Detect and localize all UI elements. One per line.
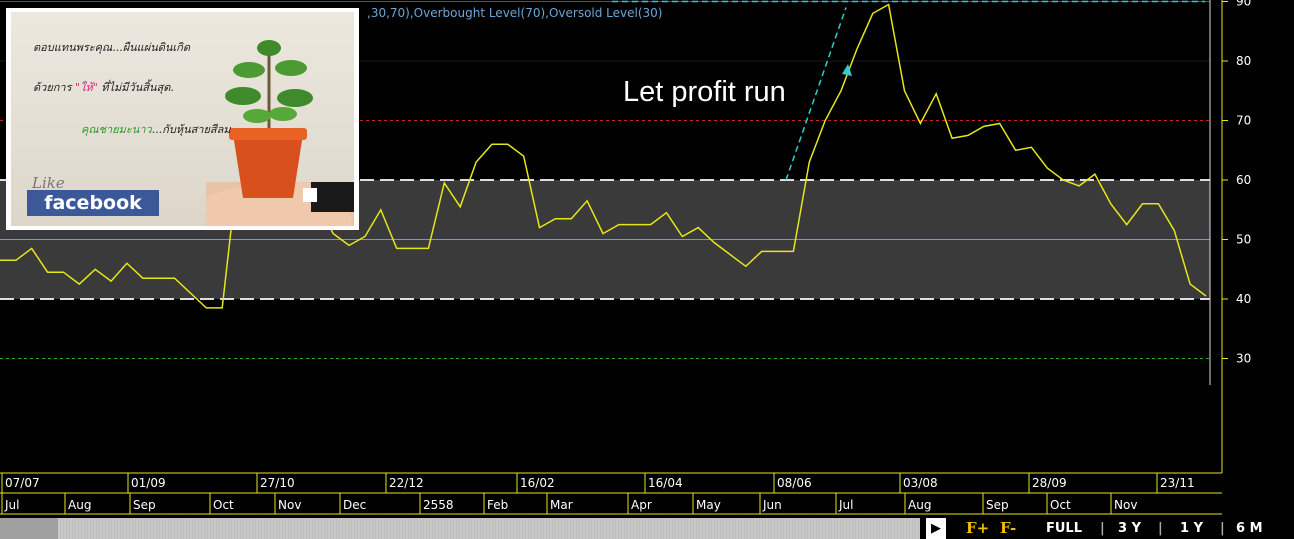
y-tick-label: 50	[1236, 233, 1251, 247]
play-icon[interactable]: ▶	[926, 518, 946, 539]
month-tick-label: Oct	[1050, 498, 1071, 512]
date-tick-label: 22/12	[389, 476, 424, 490]
promo-line-3-b: ...กับหุ้นสายสีลม	[151, 123, 231, 136]
range-full-button[interactable]: FULL	[1046, 518, 1082, 539]
promo-line-2-b: "ให้"	[75, 81, 98, 94]
y-tick-label: 30	[1236, 352, 1251, 366]
x-axis: 07/07 01/09 27/10 22/12 16/02 16/04 08/06 03/08…	[0, 472, 1222, 515]
facebook-promo-image[interactable]: ตอบแทนพระคุณ...ผืนแผ่นดินเกิด ด้วยการ "ใ…	[6, 8, 359, 230]
date-tick-label: 16/04	[648, 476, 683, 490]
bottom-toolbar: ▶ F+ F- FULL | 3 Y | 1 Y | 6 M	[0, 515, 1294, 539]
indicator-caption: ,30,70),Overbought Level(70),Oversold Le…	[367, 6, 663, 20]
month-tick-label: Nov	[1114, 498, 1137, 512]
month-tick-label: Sep	[133, 498, 156, 512]
range-1y-button[interactable]: 1 Y	[1180, 518, 1203, 539]
promo-line-2: ด้วยการ "ให้" ที่ไม่มีวันสิ้นสุด.	[33, 78, 174, 96]
y-tick-label: 40	[1236, 292, 1251, 306]
promo-line-2-c: ที่ไม่มีวันสิ้นสุด.	[97, 81, 174, 94]
month-tick-label: 2558	[423, 498, 454, 512]
month-tick-label: Jul	[838, 498, 853, 512]
month-tick-label: Apr	[631, 498, 652, 512]
month-tick-label: Sep	[986, 498, 1009, 512]
scrollbar-left-track[interactable]	[0, 518, 58, 539]
zoom-out-button[interactable]: F-	[1000, 518, 1016, 539]
month-tick-label: Feb	[487, 498, 508, 512]
zoom-in-button[interactable]: F+	[966, 518, 989, 539]
y-tick-label: 80	[1236, 54, 1251, 68]
separator: |	[1100, 521, 1105, 536]
month-tick-label: Jul	[4, 498, 19, 512]
y-tick-label: 60	[1236, 173, 1251, 187]
date-tick-label: 03/08	[903, 476, 938, 490]
date-tick-label: 16/02	[520, 476, 555, 490]
month-tick-label: Oct	[213, 498, 234, 512]
month-tick-label: Mar	[550, 498, 573, 512]
date-tick-label: 08/06	[777, 476, 812, 490]
y-axis: 30 40 50 60 70 80 90	[1209, 0, 1251, 473]
separator: |	[1158, 521, 1163, 536]
month-tick-label: Nov	[278, 498, 301, 512]
scrollbar-thumb[interactable]	[58, 518, 920, 539]
month-tick-label: Aug	[908, 498, 931, 512]
y-tick-label: 70	[1236, 114, 1251, 128]
separator: |	[1220, 521, 1225, 536]
month-tick-label: Aug	[68, 498, 91, 512]
date-tick-label: 07/07	[5, 476, 40, 490]
promo-line-1: ตอบแทนพระคุณ...ผืนแผ่นดินเกิด	[33, 41, 190, 54]
month-tick-label: Jun	[762, 498, 782, 512]
annotation-text: Let profit run	[623, 76, 786, 108]
range-3y-button[interactable]: 3 Y	[1118, 518, 1141, 539]
breakout-arrow	[785, 7, 847, 181]
promo-line-3-a: คุณชายมะนาว	[81, 123, 152, 136]
month-tick-label: Dec	[343, 498, 366, 512]
date-tick-label: 28/09	[1032, 476, 1067, 490]
month-tick-label: May	[696, 498, 721, 512]
promo-line-3: คุณชายมะนาว...กับหุ้นสายสีลม	[81, 120, 231, 138]
date-tick-label: 01/09	[131, 476, 166, 490]
date-tick-label: 23/11	[1160, 476, 1195, 490]
promo-photo: ตอบแทนพระคุณ...ผืนแผ่นดินเกิด ด้วยการ "ใ…	[11, 12, 354, 226]
y-tick-label: 90	[1236, 0, 1251, 9]
date-tick-label: 27/10	[260, 476, 295, 490]
facebook-badge[interactable]: facebook	[27, 190, 159, 216]
promo-line-2-a: ด้วยการ	[33, 81, 76, 94]
range-6m-button[interactable]: 6 M	[1236, 518, 1263, 539]
